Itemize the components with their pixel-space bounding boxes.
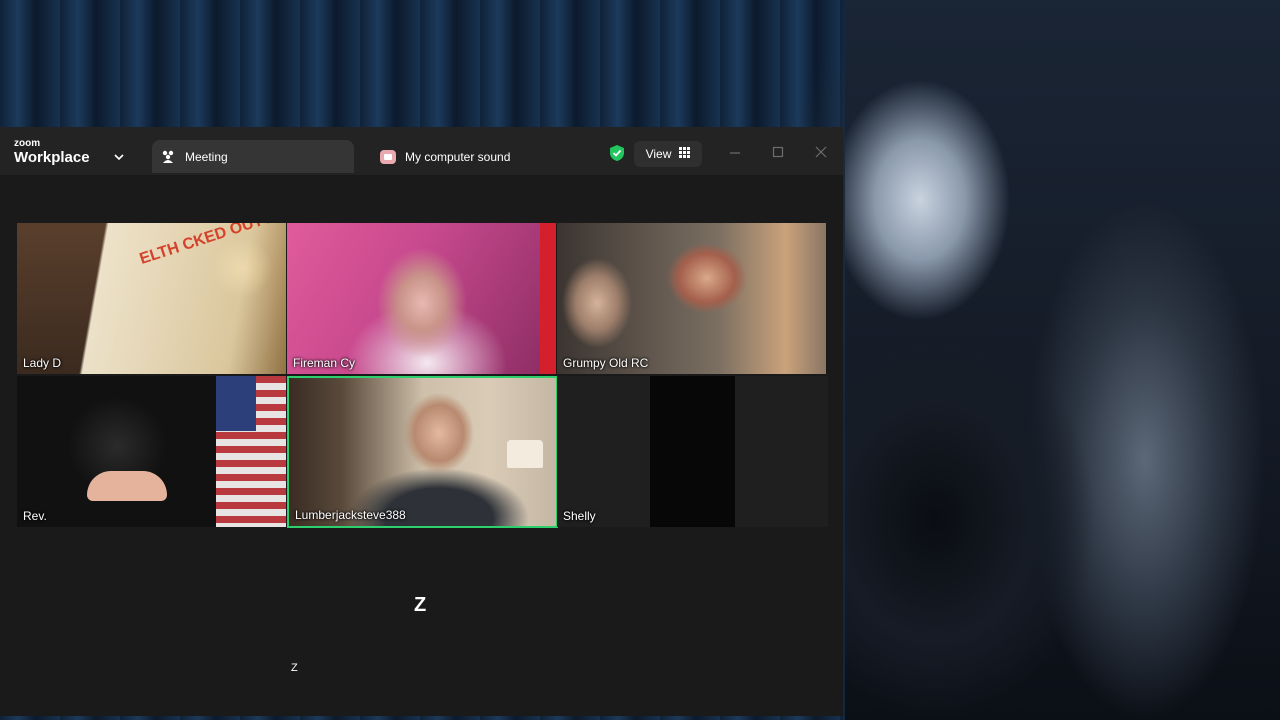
- video-tile-active-speaker[interactable]: Lumberjacksteve388: [287, 376, 558, 528]
- view-button-label: View: [645, 147, 672, 161]
- participant-name: Shelly: [563, 509, 596, 523]
- participant-name: Grumpy Old RC: [563, 356, 649, 370]
- grid-icon: [679, 147, 691, 161]
- sound-icon: [380, 149, 396, 164]
- video-tile[interactable]: Grumpy Old RC: [557, 223, 826, 374]
- tab-meeting-label: Meeting: [185, 149, 228, 164]
- participant-name: Lumberjacksteve388: [295, 508, 406, 522]
- video-background: [17, 376, 216, 527]
- brand-workplace-label: Workplace: [14, 149, 90, 166]
- people-icon: [160, 150, 176, 164]
- overlay-letter-large: Z: [414, 594, 427, 616]
- title-bar: zoom Workplace Meeting My computer sound…: [0, 127, 843, 175]
- video-tile[interactable]: Fireman Cy: [287, 223, 556, 374]
- video-tile[interactable]: Shelly: [557, 376, 828, 527]
- participant-name: Fireman Cy: [293, 356, 356, 370]
- tab-my-computer-sound[interactable]: My computer sound: [372, 140, 572, 173]
- video-feed-dark: [650, 376, 735, 527]
- tab-meeting[interactable]: Meeting: [152, 140, 354, 173]
- overlay-letter-small: Z: [291, 662, 298, 674]
- video-background: [540, 223, 556, 374]
- cowboy-hat: [87, 471, 167, 501]
- brand-zoom-label: zoom: [14, 138, 41, 149]
- view-button[interactable]: View: [634, 141, 702, 167]
- participant-name: Rev.: [23, 509, 47, 523]
- shield-check-icon[interactable]: [609, 144, 625, 167]
- app-brand[interactable]: zoom Workplace: [14, 138, 90, 166]
- zoom-meeting-window: zoom Workplace Meeting My computer sound…: [0, 127, 843, 716]
- close-icon[interactable]: [815, 145, 827, 163]
- lamp: [507, 440, 543, 468]
- wallpaper-artwork: [845, 0, 1280, 720]
- flag-canton: [216, 376, 256, 431]
- maximize-icon[interactable]: [772, 145, 784, 163]
- chevron-down-icon[interactable]: [114, 148, 124, 166]
- minimize-icon[interactable]: [729, 145, 741, 163]
- video-tile[interactable]: ELTH CKED OUT? Lady D: [17, 223, 286, 374]
- video-gallery: ELTH CKED OUT? Lady D Fireman Cy Grumpy …: [17, 223, 828, 528]
- video-tile[interactable]: Rev.: [17, 376, 286, 527]
- participant-name: Lady D: [23, 356, 62, 370]
- tab-sound-label: My computer sound: [405, 149, 511, 164]
- poster-text: ELTH CKED OUT?: [137, 223, 275, 268]
